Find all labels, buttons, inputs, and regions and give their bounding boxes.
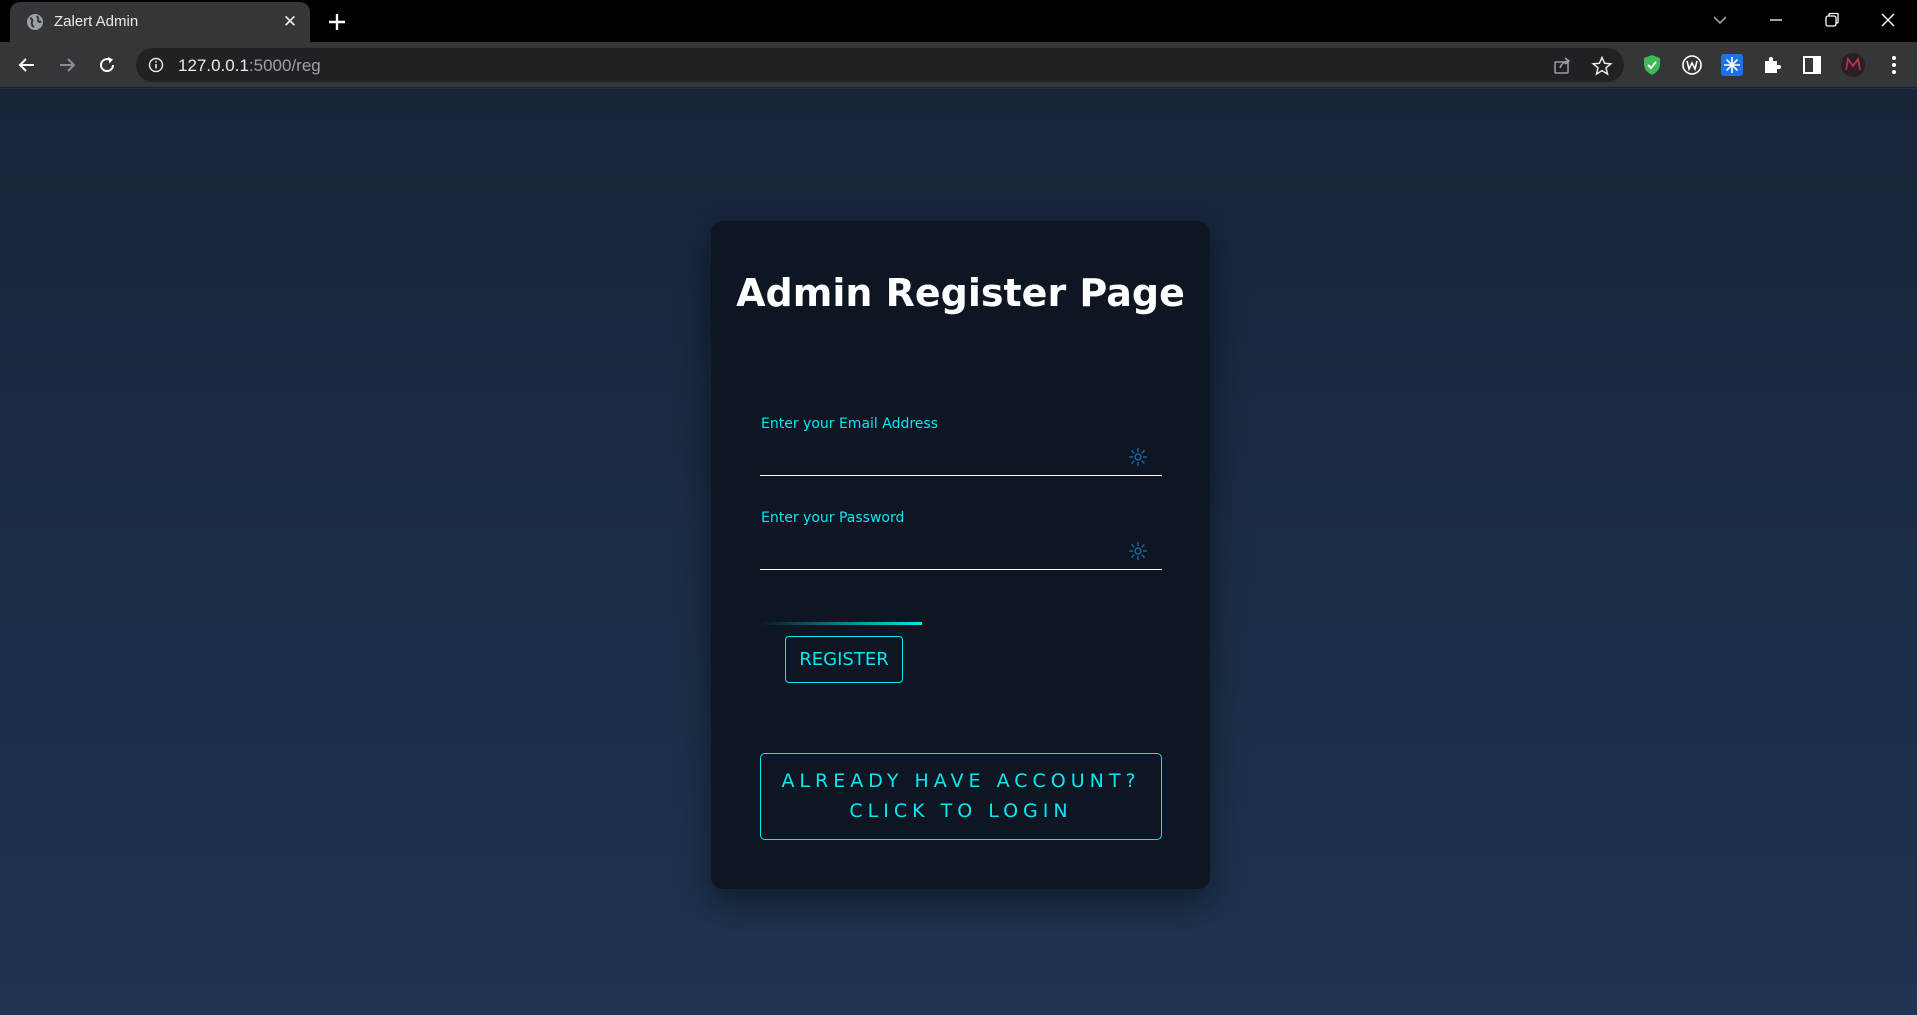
- login-line-2: CLICK TO LOGIN: [849, 800, 1073, 822]
- profile-avatar-icon[interactable]: [1840, 52, 1866, 78]
- snowflake-extension-icon[interactable]: [1720, 53, 1744, 77]
- browser-tab[interactable]: Zalert Admin ✕: [10, 2, 310, 42]
- address-bar[interactable]: 127.0.0.1:5000/reg: [136, 48, 1624, 82]
- side-panel-icon[interactable]: [1800, 53, 1824, 77]
- extensions-puzzle-icon[interactable]: [1760, 53, 1784, 77]
- tab-close-icon[interactable]: ✕: [280, 12, 300, 32]
- url-host: 127.0.0.1: [178, 56, 249, 75]
- globe-icon: [27, 14, 43, 30]
- new-tab-icon[interactable]: [324, 9, 350, 35]
- password-field-group: Enter your Password: [760, 510, 1162, 590]
- password-label: Enter your Password: [761, 510, 905, 526]
- login-line-1: ALREADY HAVE ACCOUNT?: [781, 770, 1141, 792]
- back-icon[interactable]: [12, 50, 42, 80]
- w-extension-icon[interactable]: [1680, 53, 1704, 77]
- sparkle-icon: [1129, 448, 1147, 466]
- tab-strip: Zalert Admin ✕: [0, 0, 1917, 42]
- email-label: Enter your Email Address: [761, 416, 939, 432]
- register-card: Admin Register Page Enter your Email Add…: [711, 221, 1210, 889]
- tab-title: Zalert Admin: [54, 13, 139, 30]
- email-input[interactable]: [760, 438, 1162, 476]
- menu-kebab-icon[interactable]: [1882, 53, 1906, 77]
- page-background: Admin Register Page Enter your Email Add…: [0, 89, 1917, 1015]
- tab-search-icon[interactable]: [1692, 0, 1748, 40]
- register-button[interactable]: REGISTER: [785, 636, 903, 683]
- login-link-button[interactable]: ALREADY HAVE ACCOUNT? CLICK TO LOGIN: [760, 753, 1162, 840]
- animated-accent-line: [760, 622, 922, 625]
- share-icon[interactable]: [1551, 55, 1573, 77]
- browser-toolbar: 127.0.0.1:5000/reg: [0, 42, 1917, 88]
- reload-icon[interactable]: [92, 50, 122, 80]
- password-input[interactable]: [760, 532, 1162, 570]
- sparkle-icon: [1129, 542, 1147, 560]
- forward-icon[interactable]: [52, 50, 82, 80]
- restore-icon[interactable]: [1804, 0, 1860, 40]
- page-title: Admin Register Page: [736, 271, 1185, 315]
- close-window-icon[interactable]: [1860, 0, 1916, 40]
- site-info-icon[interactable]: [148, 57, 164, 73]
- bookmark-star-icon[interactable]: [1591, 55, 1613, 77]
- email-field-group: Enter your Email Address: [760, 416, 1162, 496]
- shield-extension-icon[interactable]: [1640, 53, 1664, 77]
- minimize-icon[interactable]: [1748, 0, 1804, 40]
- url-text[interactable]: 127.0.0.1:5000/reg: [178, 56, 321, 76]
- url-path: :5000/reg: [248, 56, 321, 75]
